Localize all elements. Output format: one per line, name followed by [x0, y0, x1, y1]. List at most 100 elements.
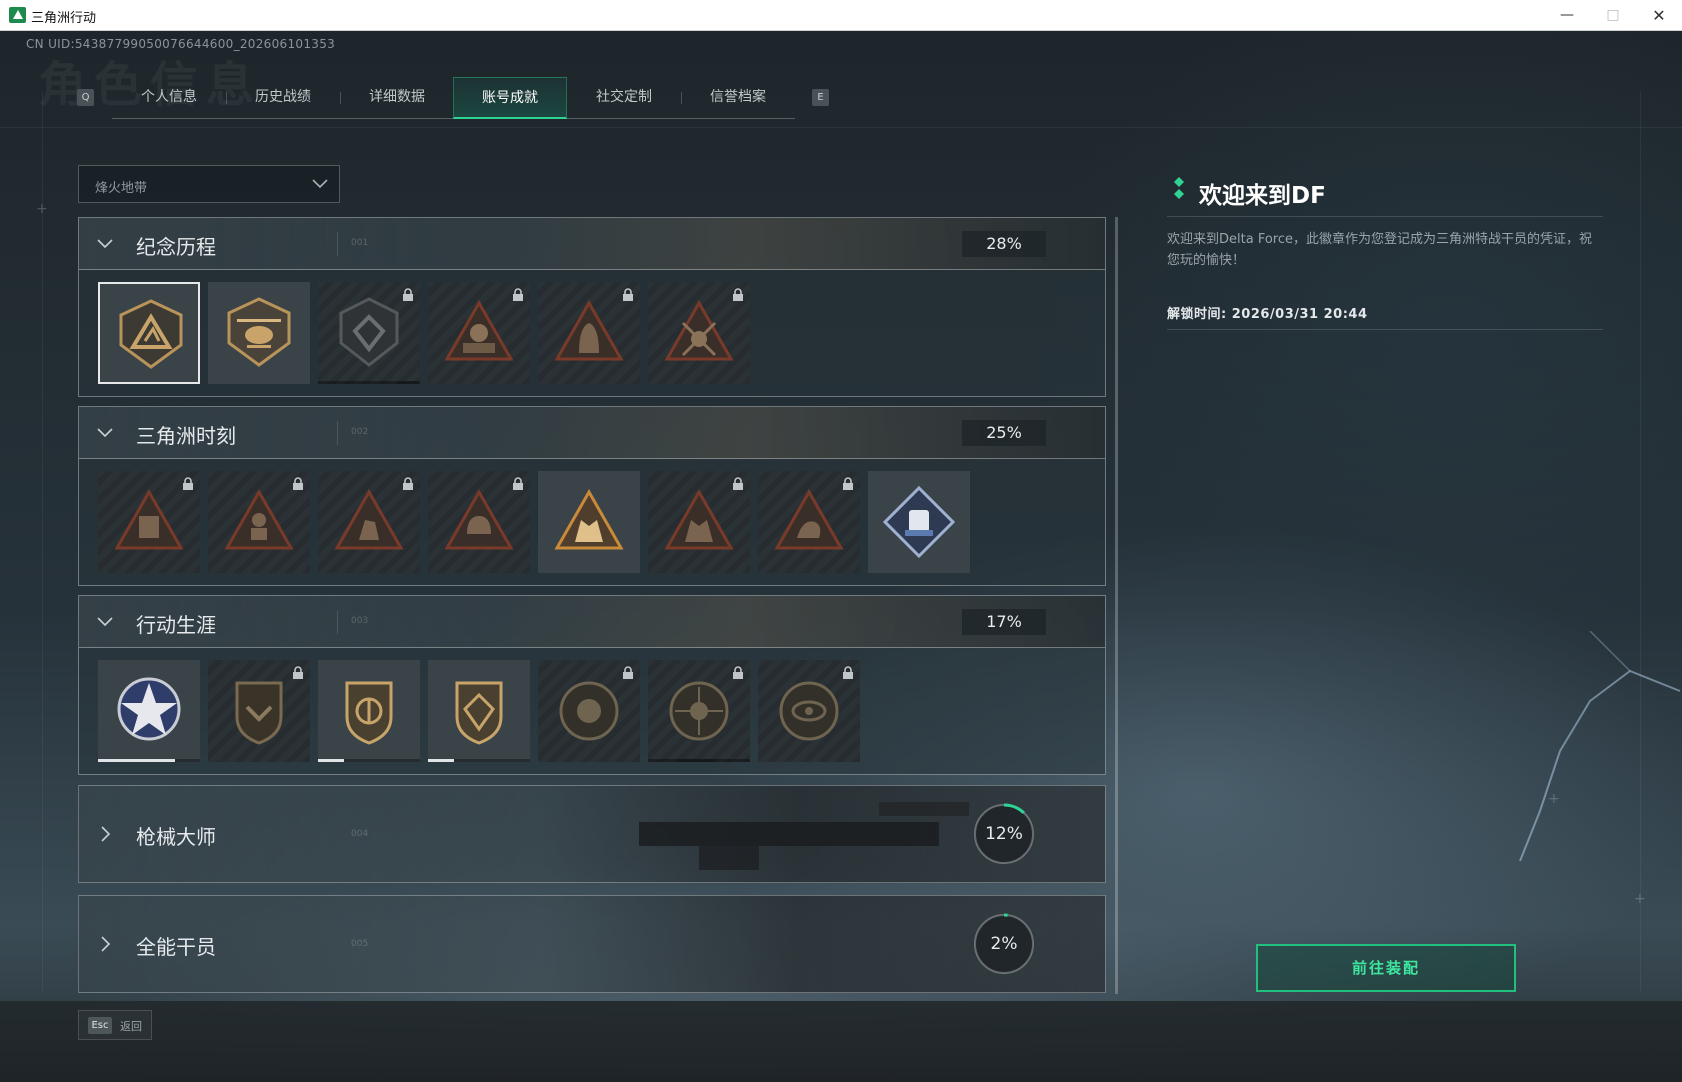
medal-wings-shield-locked[interactable]: [208, 660, 310, 762]
hooded-operator-medal-icon: [554, 299, 624, 361]
sections-scrollbar[interactable]: [1115, 217, 1118, 994]
diamond-marker-icon: [1174, 177, 1184, 199]
maximize-button[interactable]: □: [1590, 0, 1636, 31]
medal-helicopter[interactable]: [208, 282, 310, 384]
medal-soldier-triangle-locked[interactable]: [208, 471, 310, 573]
medal-detail-description: 欢迎来到Delta Force，此徽章作为您登记成为三角洲特战干员的凭证，祝您玩…: [1167, 232, 1592, 268]
machine-gun-illustration: [639, 802, 969, 870]
section-progress-percent: 28%: [962, 231, 1046, 257]
lock-icon: [623, 288, 633, 301]
section-title: 全能干员: [136, 935, 216, 959]
wings-shield-medal-icon: [235, 681, 283, 745]
medal-progress-bar: [318, 759, 344, 762]
medal-eye-circle-locked[interactable]: [758, 660, 860, 762]
medal-dragon-triangle-locked[interactable]: [758, 471, 860, 573]
medal-skull-tank-locked[interactable]: [428, 282, 530, 384]
section-header[interactable]: 纪念历程 001 28%: [79, 218, 1105, 270]
tab-detailed-data[interactable]: 详细数据: [340, 77, 454, 119]
lock-icon: [513, 477, 523, 490]
mode-select[interactable]: 烽火地带: [78, 165, 340, 203]
medal-unlock-time: 解锁时间: 2026/03/31 20:44: [1167, 307, 1368, 322]
medal-diamond-fist[interactable]: [868, 471, 970, 573]
delta-shield-medal-icon: [119, 299, 183, 369]
tab-achievements[interactable]: 账号成就: [453, 77, 567, 119]
crossed-swords-skull-medal-icon: [664, 299, 734, 361]
medal-crossed-swords-skull-locked[interactable]: [648, 282, 750, 384]
medal-squad-triangle-gold[interactable]: [538, 471, 640, 573]
back-button[interactable]: Esc 返回: [78, 1010, 152, 1040]
section-progress-percent: 25%: [962, 420, 1046, 446]
chevron-down-icon: [97, 617, 113, 627]
detail-divider: [1167, 216, 1603, 217]
detail-divider: [1167, 329, 1603, 330]
section-header[interactable]: 行动生涯 003 17%: [79, 596, 1105, 648]
star-eagle-medal-icon: [117, 677, 181, 741]
lock-icon: [623, 666, 633, 679]
chevron-down-icon: [97, 428, 113, 438]
minimize-button[interactable]: —: [1544, 0, 1590, 31]
section-header[interactable]: 三角洲时刻 002 25%: [79, 407, 1105, 459]
crosshair-mark: +: [1634, 891, 1646, 907]
medal-progress-bar: [428, 759, 454, 762]
lock-icon: [733, 288, 743, 301]
window-titlebar: 三角洲行动 — □ ✕: [0, 0, 1682, 31]
chevron-down-icon: [312, 179, 328, 189]
tab-personal-info[interactable]: 个人信息: [112, 77, 226, 119]
achievement-section-weapon-master[interactable]: 枪械大师 004 12%: [78, 785, 1106, 883]
medal-dark-shield-locked[interactable]: [318, 282, 420, 384]
medal-detail-title: 欢迎来到DF: [1199, 183, 1326, 209]
lock-icon: [843, 477, 853, 490]
section-index: 004: [351, 829, 369, 839]
tab-history[interactable]: 历史战绩: [226, 77, 340, 119]
medal-star-eagle[interactable]: [98, 660, 200, 762]
go-equip-button[interactable]: 前往装配: [1256, 944, 1516, 992]
medal-delta-shield[interactable]: [98, 282, 200, 384]
medal-blades-shield[interactable]: [318, 660, 420, 762]
chevron-down-icon: [97, 239, 113, 249]
medal-globe-circle-locked[interactable]: [538, 660, 640, 762]
medal-progress-bar: [98, 759, 175, 762]
section-index: 002: [351, 427, 369, 437]
lock-icon: [403, 288, 413, 301]
section-index: 005: [351, 939, 369, 949]
chevron-right-icon: [101, 936, 111, 952]
medal-progress-bar: [398, 381, 418, 384]
robot-triangle-medal-icon: [114, 488, 184, 550]
tab-next-key-hint[interactable]: E: [812, 89, 829, 106]
section-title: 行动生涯: [136, 613, 216, 637]
section-progress-percent: 2%: [990, 934, 1018, 954]
section-index: 003: [351, 616, 369, 626]
blades-shield-medal-icon: [345, 681, 393, 745]
window-title: 三角洲行动: [31, 11, 97, 26]
medal-hooded-operator-locked[interactable]: [538, 282, 640, 384]
lightning-decoration: [1519, 631, 1681, 862]
section-progress-percent: 12%: [985, 824, 1023, 844]
lock-icon: [513, 288, 523, 301]
close-button[interactable]: ✕: [1636, 0, 1682, 31]
medal-robot-triangle-locked[interactable]: [98, 471, 200, 573]
eye-circle-medal-icon: [779, 681, 839, 741]
globe-circle-medal-icon: [559, 681, 619, 741]
tab-reputation[interactable]: 信誉档案: [681, 77, 795, 119]
game-viewport: 角色信息 CN UID:543877990500766446​00_202606…: [0, 31, 1682, 1082]
grid-line: [42, 91, 43, 991]
medal-crouching-soldier-locked[interactable]: [318, 471, 420, 573]
header-divider: [337, 232, 338, 256]
grid-line: [0, 127, 1682, 128]
lock-icon: [403, 477, 413, 490]
section-progress-percent: 17%: [962, 609, 1046, 635]
tab-prev-key-hint[interactable]: Q: [77, 89, 94, 106]
lock-icon: [293, 477, 303, 490]
tab-social-custom[interactable]: 社交定制: [567, 77, 681, 119]
mode-select-value: 烽火地带: [95, 181, 148, 196]
chevron-right-icon: [101, 826, 111, 842]
medal-skull-target-locked[interactable]: [648, 660, 750, 762]
section-progress-ring: 12%: [972, 802, 1036, 866]
squad-triangle-dark-medal-icon: [664, 488, 734, 550]
crosshair-mark: +: [36, 201, 48, 217]
medal-helmet-triangle-locked[interactable]: [428, 471, 530, 573]
medal-crystal-shield[interactable]: [428, 660, 530, 762]
medal-squad-triangle-dark-locked[interactable]: [648, 471, 750, 573]
dragon-triangle-medal-icon: [774, 488, 844, 550]
achievement-section-all-round-operator[interactable]: 全能干员 005 2%: [78, 895, 1106, 993]
